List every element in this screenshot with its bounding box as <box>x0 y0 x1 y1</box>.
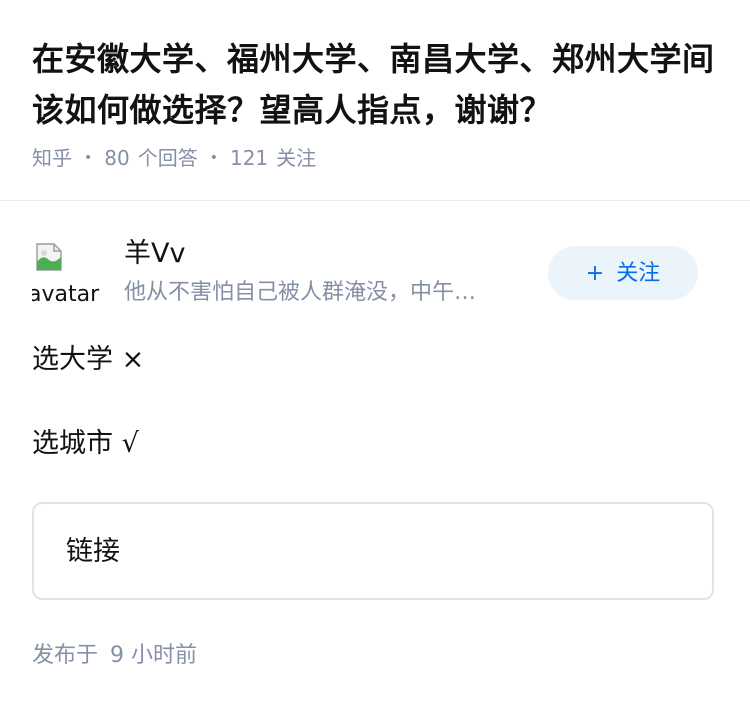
answer-paragraph: 选城市 √ <box>32 428 139 459</box>
follow-button[interactable]: + 关注 <box>548 246 698 300</box>
avatar[interactable]: avatar <box>32 240 100 308</box>
broken-image-icon <box>36 243 62 271</box>
answer-paragraph: 选大学 × <box>32 344 145 375</box>
header-divider <box>0 200 750 201</box>
question-title[interactable]: 在安徽大学、福州大学、南昌大学、郑州大学间该如何做选择？望高人指点，谢谢？ <box>32 34 722 136</box>
question-meta: 知乎 • 80 个回答 • 121 关注 <box>32 144 722 172</box>
plus-icon: + <box>585 261 605 286</box>
author-bio: 他从不害怕自己被人群淹没，中午… <box>124 280 477 305</box>
publish-time: 发布于 9 小时前 <box>32 640 197 672</box>
source-label[interactable]: 知乎 <box>32 144 72 172</box>
author-name[interactable]: 羊Vv <box>124 236 185 272</box>
follower-count-label: 关注 <box>276 146 317 170</box>
author-card: avatar 羊Vv 他从不害怕自己被人群淹没，中午… + 关注 <box>32 236 718 312</box>
publish-time-value: 9 小时前 <box>110 643 198 668</box>
answer-count: 80 <box>104 146 130 170</box>
question-header: 在安徽大学、福州大学、南昌大学、郑州大学间该如何做选择？望高人指点，谢谢？ 知乎… <box>32 34 722 172</box>
follow-button-label: 关注 <box>616 261 661 286</box>
meta-separator: • <box>84 150 93 166</box>
link-card-title: 链接 <box>66 536 120 567</box>
avatar-alt-text: avatar <box>32 282 100 307</box>
link-card[interactable]: 链接 <box>32 502 714 600</box>
answer-count-label: 个回答 <box>137 146 198 170</box>
follower-count: 121 <box>229 146 269 170</box>
meta-separator: • <box>209 150 218 166</box>
publish-prefix: 发布于 <box>32 643 99 668</box>
